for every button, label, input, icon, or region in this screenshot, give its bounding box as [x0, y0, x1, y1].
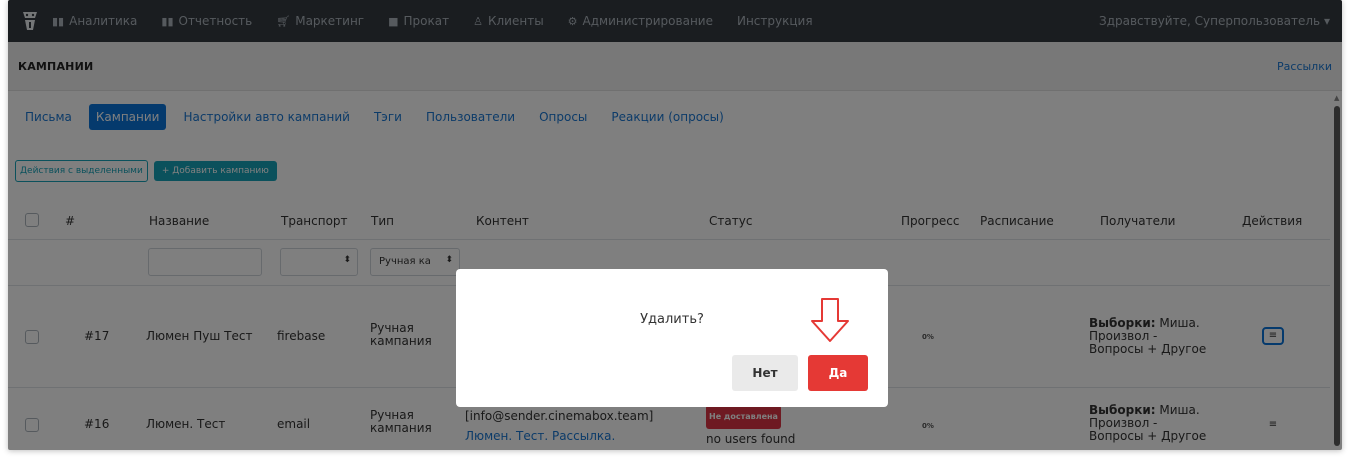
- down-arrow-outline-icon: [811, 298, 849, 342]
- confirm-delete-dialog: Удалить? Нет Да: [456, 269, 888, 407]
- app-window: ▮▮ Аналитика ▮▮ Отчетность 🛒︎ Маркетинг …: [8, 0, 1342, 450]
- no-button[interactable]: Нет: [732, 355, 798, 391]
- yes-button[interactable]: Да: [808, 355, 868, 391]
